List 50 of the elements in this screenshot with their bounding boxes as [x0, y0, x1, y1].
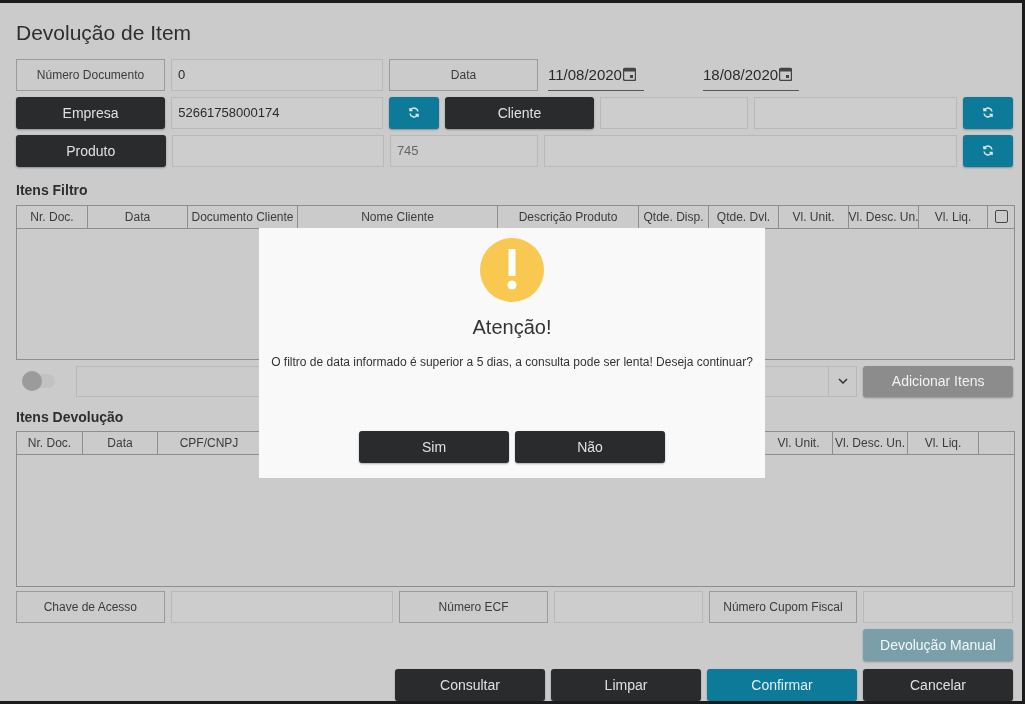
dialog-message: O filtro de data informado é superior a 5 dias, a consulta pode ser lenta! Deseja continuar? [271, 355, 753, 369]
section-title: Itens Devolução [16, 409, 124, 426]
end-date-field[interactable]: 18/08/2020 [703, 58, 799, 91]
column-header: Vl. Unit. [779, 205, 849, 228]
page-title: Devolução de Item [16, 21, 193, 46]
chevron-down-icon [837, 378, 848, 385]
column-header: Data [88, 205, 188, 228]
action-button[interactable]: Cancelar [863, 669, 1013, 701]
refresh-button[interactable] [963, 134, 1013, 167]
field-label: Número Documento [16, 58, 165, 91]
document-number-field[interactable]: 0 [171, 58, 383, 91]
action-button[interactable]: Confirmar [707, 669, 857, 701]
refresh-icon [982, 106, 995, 120]
select-all-checkbox[interactable] [994, 210, 1008, 224]
column-header: Vl. Desc. Un. [833, 432, 908, 455]
section-title: Itens Filtro [16, 181, 88, 198]
column-header: Vl. Desc. Un. [849, 205, 919, 228]
column-header: Vl. Liq. [908, 432, 979, 455]
refresh-icon [982, 144, 995, 158]
column-header: Nr. Doc. [17, 432, 83, 455]
dialog-button[interactable]: Sim [359, 431, 509, 463]
column-header: Nome Cliente [298, 205, 498, 228]
column-header: Qtde. Disp. [639, 205, 709, 228]
action-button[interactable]: Limpar [551, 669, 701, 701]
dialog-title: Atenção! [472, 316, 552, 339]
column-header: Descrição Produto [498, 205, 639, 228]
dialog-button[interactable]: Não [515, 431, 665, 463]
calendar-icon [779, 67, 793, 82]
column-header: Data [83, 432, 158, 455]
company-button[interactable]: Empresa [16, 96, 166, 129]
refresh-button[interactable] [963, 96, 1013, 129]
company-field[interactable]: 52661758000174 [171, 96, 384, 129]
warning-icon [480, 238, 544, 302]
start-date-field[interactable]: 11/08/2020 [548, 58, 644, 91]
column-header: Nr. Doc. [17, 205, 88, 228]
column-header: Documento Cliente [188, 205, 298, 228]
column-header: Qtde. Dvl. [709, 205, 779, 228]
client-button[interactable]: Cliente [444, 96, 595, 129]
refresh-button[interactable] [389, 96, 439, 129]
field-label: Chave de Acesso [16, 591, 165, 624]
calendar-icon [622, 67, 636, 82]
action-button[interactable]: Consultar [395, 669, 545, 701]
field-label: Data [389, 58, 538, 91]
field-label: Número Cupom Fiscal [708, 591, 858, 624]
product-code-field[interactable]: 745 [389, 134, 539, 167]
toggle-switch[interactable] [22, 374, 55, 389]
column-header: Vl. Liq. [919, 205, 988, 228]
refresh-icon [407, 106, 420, 120]
field-label: Número ECF [399, 591, 548, 624]
product-button[interactable]: Produto [16, 134, 166, 167]
